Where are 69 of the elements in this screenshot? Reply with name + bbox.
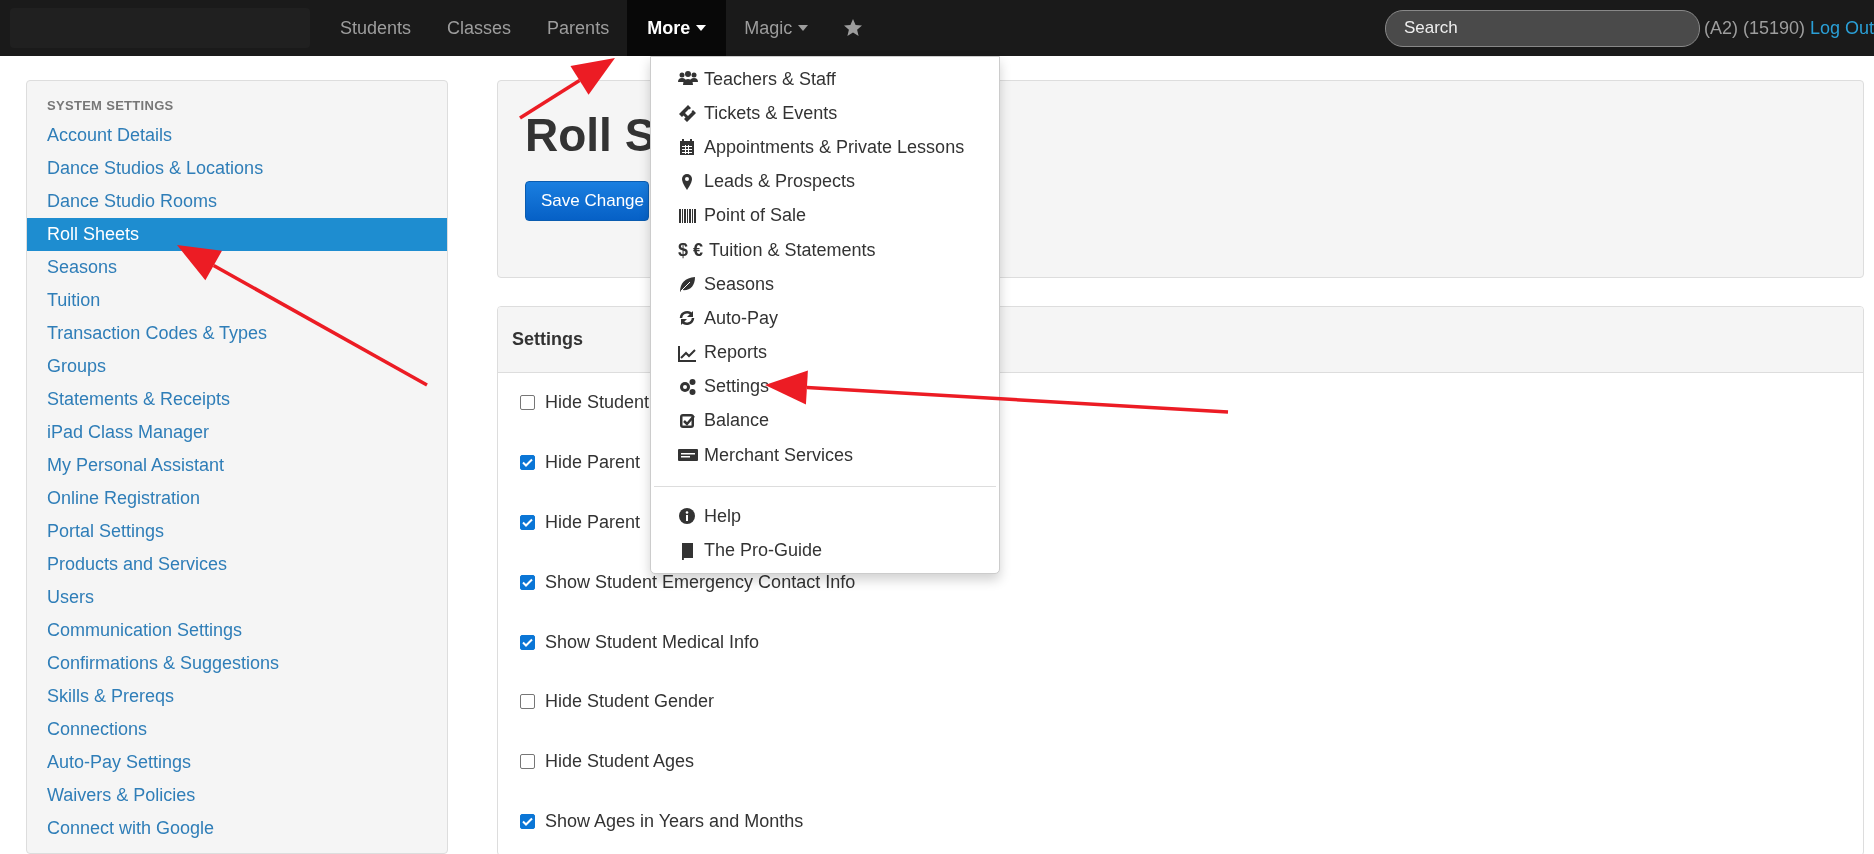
sidebar-item[interactable]: Skills & Prereqs — [27, 680, 447, 713]
checkbox[interactable] — [520, 395, 535, 411]
sidebar-item[interactable]: Account Details — [27, 119, 447, 152]
nav-tab[interactable]: Parents — [529, 0, 628, 56]
menu-item[interactable]: Reports — [704, 342, 768, 364]
checkbox-label: Show Ages in Years and Months — [545, 810, 804, 832]
menu-item[interactable]: Settings — [704, 376, 770, 398]
currency-symbols: $ € — [678, 239, 704, 261]
sidebar-item[interactable]: Dance Studio Rooms — [27, 185, 447, 218]
checkbox-label: Show Student Emergency Contact Info — [545, 571, 856, 593]
sidebar-item[interactable]: iPad Class Manager — [27, 416, 447, 449]
logout-link[interactable]: Log Out — [1809, 17, 1874, 39]
sidebar-item[interactable]: Statements & Receipts — [27, 383, 447, 416]
sidebar-item[interactable]: Connect with Google — [27, 812, 447, 845]
menu-item[interactable]: Leads & Prospects — [704, 171, 856, 193]
checkbox-label: Show Student Medical Info — [545, 631, 760, 653]
menu-item[interactable]: Balance — [704, 410, 770, 432]
checkbox-label: Hide Student — [545, 392, 650, 414]
sidebar-item[interactable]: Online Registration — [27, 482, 447, 515]
check-square-icon — [678, 411, 698, 430]
account-id: (A2) (15190) — [1703, 17, 1805, 39]
save-button[interactable]: Save Change — [525, 181, 649, 221]
checkbox[interactable] — [520, 813, 535, 829]
search-field[interactable]: Search — [1384, 9, 1700, 47]
menu-item[interactable]: Appointments & Private Lessons — [704, 136, 965, 158]
checkbox-label: Hide Student Gender — [545, 691, 715, 713]
sidebar-item[interactable]: Groups — [27, 350, 447, 383]
sidebar-heading: SYSTEM SETTINGS — [46, 97, 175, 115]
sidebar-item[interactable]: Users — [27, 581, 447, 614]
nav-tab[interactable]: Magic — [726, 0, 827, 56]
info-icon — [678, 507, 698, 526]
line-chart-icon — [678, 343, 698, 362]
sidebar-item[interactable]: Dance Studios & Locations — [27, 152, 447, 185]
checkbox[interactable] — [520, 754, 535, 770]
menu-item[interactable]: Tickets & Events — [704, 102, 838, 124]
leaf-icon — [678, 275, 698, 294]
menu-item[interactable]: Point of Sale — [704, 205, 807, 227]
nav-tab[interactable]: Classes — [429, 0, 530, 56]
sidebar-item[interactable]: Waivers & Policies — [27, 779, 447, 812]
menu-item[interactable]: Teachers & Staff — [704, 68, 836, 90]
menu-item[interactable]: Tuition & Statements — [709, 239, 876, 261]
sidebar-item[interactable]: My Personal Assistant — [27, 449, 447, 482]
menu-item[interactable]: Merchant Services — [704, 444, 854, 466]
checkbox-label: Hide Parent — [545, 512, 641, 533]
checkbox-label: Hide Parent — [545, 452, 641, 474]
sidebar-item[interactable]: Confirmations & Suggestions — [27, 647, 447, 680]
barcode-icon — [678, 206, 698, 225]
checkbox[interactable] — [520, 574, 535, 590]
sidebar-item[interactable]: Seasons — [27, 251, 447, 284]
star-icon — [844, 19, 863, 37]
sidebar-item[interactable]: Auto-Pay Settings — [27, 746, 447, 779]
menu-item[interactable]: Auto-Pay — [704, 307, 779, 329]
checkbox[interactable] — [520, 694, 535, 710]
nav-tab[interactable]: Students — [322, 0, 430, 56]
menu-item[interactable]: Help — [704, 505, 742, 527]
sidebar-item[interactable]: Products and Services — [27, 548, 447, 581]
menu-item[interactable]: Seasons — [704, 273, 775, 295]
checkbox[interactable] — [520, 515, 535, 530]
sidebar-item[interactable]: Tuition — [27, 284, 447, 317]
checkbox[interactable] — [520, 455, 535, 471]
sidebar-item[interactable]: Roll Sheets — [27, 218, 447, 251]
nav-tab[interactable]: More — [627, 0, 727, 56]
checkbox[interactable] — [520, 634, 535, 650]
checkbox-label: Hide Student Ages — [545, 751, 695, 773]
sidebar-item[interactable]: Connections — [27, 713, 447, 746]
sidebar-item[interactable]: Portal Settings — [27, 515, 447, 548]
menu-item[interactable]: The Pro-Guide — [704, 540, 823, 562]
sidebar-item[interactable]: Communication Settings — [27, 614, 447, 647]
sidebar-item[interactable]: Transaction Codes & Types — [27, 317, 447, 350]
